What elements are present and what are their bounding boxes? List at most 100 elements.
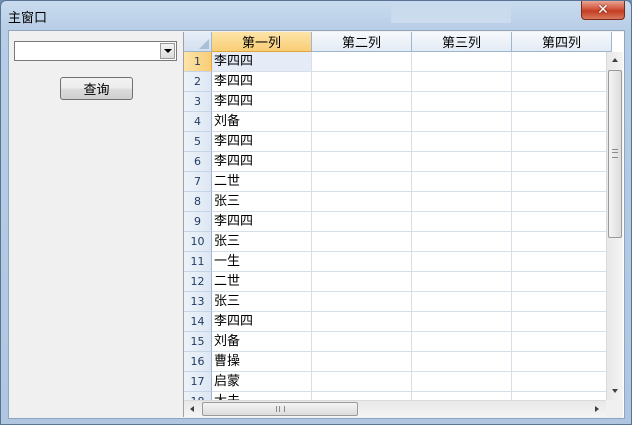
table-row[interactable]: 11 一生 — [184, 252, 606, 272]
scroll-down-arrow-icon[interactable] — [612, 389, 618, 393]
scroll-up-arrow-icon[interactable] — [612, 58, 618, 62]
grid-cell[interactable] — [412, 132, 512, 152]
grid-cell[interactable] — [512, 132, 606, 152]
row-header[interactable]: 5 — [184, 132, 212, 152]
grid-cell[interactable]: 一生 — [212, 252, 312, 272]
table-row[interactable]: 3 李四四 — [184, 92, 606, 112]
close-button[interactable]: ✕ — [581, 1, 625, 20]
column-header-3[interactable]: 第三列 — [412, 32, 512, 52]
grid-cell[interactable] — [512, 252, 606, 272]
row-header[interactable]: 16 — [184, 352, 212, 372]
grid-cell[interactable] — [312, 232, 412, 252]
row-header[interactable]: 2 — [184, 72, 212, 92]
table-row[interactable]: 12 二世 — [184, 272, 606, 292]
grid-cell[interactable]: 李四四 — [212, 312, 312, 332]
grid-cell[interactable] — [512, 52, 606, 72]
horizontal-scroll-thumb[interactable] — [202, 402, 358, 416]
grid-cell[interactable] — [512, 192, 606, 212]
grid-cell[interactable] — [312, 172, 412, 192]
grid-cell[interactable] — [412, 52, 512, 72]
grid-cell[interactable]: 曹操 — [212, 352, 312, 372]
scroll-left-arrow-icon[interactable] — [190, 406, 194, 412]
grid-cell[interactable] — [312, 192, 412, 212]
row-header[interactable]: 12 — [184, 272, 212, 292]
column-header-2[interactable]: 第二列 — [312, 32, 412, 52]
grid-cell[interactable]: 李四四 — [212, 152, 312, 172]
grid-cell[interactable] — [412, 212, 512, 232]
grid-cell[interactable] — [412, 332, 512, 352]
table-row[interactable]: 15 刘备 — [184, 332, 606, 352]
table-row[interactable]: 18大夫 — [184, 392, 606, 400]
data-grid[interactable]: 第一列 第二列 第三列 第四列 1 李四四 2 李四四 3 李四四 4 刘备 5 李四四 6 李四四 7 二世 8… — [183, 32, 624, 417]
grid-select-all-corner[interactable] — [184, 32, 212, 52]
grid-cell[interactable] — [412, 152, 512, 172]
table-row[interactable]: 7 二世 — [184, 172, 606, 192]
grid-cell[interactable] — [412, 352, 512, 372]
grid-cell[interactable]: 二世 — [212, 172, 312, 192]
grid-cell[interactable] — [312, 272, 412, 292]
grid-cell[interactable] — [312, 72, 412, 92]
grid-cell[interactable]: 张三 — [212, 232, 312, 252]
grid-cell[interactable] — [512, 72, 606, 92]
grid-cell[interactable] — [312, 392, 412, 400]
combo-dropdown-button[interactable] — [160, 43, 175, 59]
grid-cell[interactable] — [412, 272, 512, 292]
grid-cell[interactable] — [512, 332, 606, 352]
grid-cell[interactable] — [412, 252, 512, 272]
grid-cell[interactable] — [312, 52, 412, 72]
grid-cell[interactable]: 刘备 — [212, 112, 312, 132]
grid-cell[interactable] — [412, 372, 512, 392]
row-header[interactable]: 7 — [184, 172, 212, 192]
row-header[interactable]: 10 — [184, 232, 212, 252]
grid-cell[interactable] — [512, 212, 606, 232]
row-header[interactable]: 13 — [184, 292, 212, 312]
grid-cell[interactable]: 二世 — [212, 272, 312, 292]
row-header[interactable]: 15 — [184, 332, 212, 352]
grid-cell[interactable]: 李四四 — [212, 132, 312, 152]
grid-cell[interactable] — [512, 372, 606, 392]
table-row[interactable]: 1 李四四 — [184, 52, 606, 72]
grid-cell[interactable] — [412, 232, 512, 252]
grid-cell[interactable] — [412, 392, 512, 400]
grid-cell[interactable]: 启蒙 — [212, 372, 312, 392]
grid-cell[interactable]: 刘备 — [212, 332, 312, 352]
table-row[interactable]: 2 李四四 — [184, 72, 606, 92]
grid-cell[interactable] — [512, 312, 606, 332]
grid-cell[interactable] — [412, 172, 512, 192]
table-row[interactable]: 6 李四四 — [184, 152, 606, 172]
grid-cell[interactable] — [512, 352, 606, 372]
grid-cell[interactable] — [312, 112, 412, 132]
grid-cell[interactable] — [512, 92, 606, 112]
row-header[interactable]: 11 — [184, 252, 212, 272]
grid-cell[interactable] — [312, 152, 412, 172]
table-row[interactable]: 16 曹操 — [184, 352, 606, 372]
name-combobox[interactable] — [14, 41, 177, 61]
grid-cell[interactable] — [412, 192, 512, 212]
grid-cell[interactable] — [412, 72, 512, 92]
grid-cell[interactable] — [312, 252, 412, 272]
grid-cell[interactable] — [512, 272, 606, 292]
grid-cell[interactable] — [412, 112, 512, 132]
grid-cell[interactable]: 张三 — [212, 292, 312, 312]
scroll-right-arrow-icon[interactable] — [595, 406, 599, 412]
query-button[interactable]: 查询 — [60, 77, 133, 100]
grid-cell[interactable]: 李四四 — [212, 92, 312, 112]
table-row[interactable]: 8 张三 — [184, 192, 606, 212]
grid-cell[interactable] — [312, 352, 412, 372]
grid-cell[interactable]: 李四四 — [212, 52, 312, 72]
grid-cell[interactable] — [312, 292, 412, 312]
row-header[interactable]: 8 — [184, 192, 212, 212]
row-header[interactable]: 4 — [184, 112, 212, 132]
table-row[interactable]: 17 启蒙 — [184, 372, 606, 392]
grid-cell[interactable] — [312, 312, 412, 332]
vertical-scrollbar[interactable] — [606, 52, 623, 400]
row-header[interactable]: 17 — [184, 372, 212, 392]
table-row[interactable]: 14 李四四 — [184, 312, 606, 332]
grid-cell[interactable] — [512, 152, 606, 172]
grid-cell[interactable]: 张三 — [212, 192, 312, 212]
column-header-1[interactable]: 第一列 — [212, 32, 312, 52]
grid-cell[interactable] — [512, 392, 606, 400]
grid-cell[interactable]: 李四四 — [212, 72, 312, 92]
grid-cell[interactable] — [312, 212, 412, 232]
grid-cell[interactable]: 李四四 — [212, 212, 312, 232]
